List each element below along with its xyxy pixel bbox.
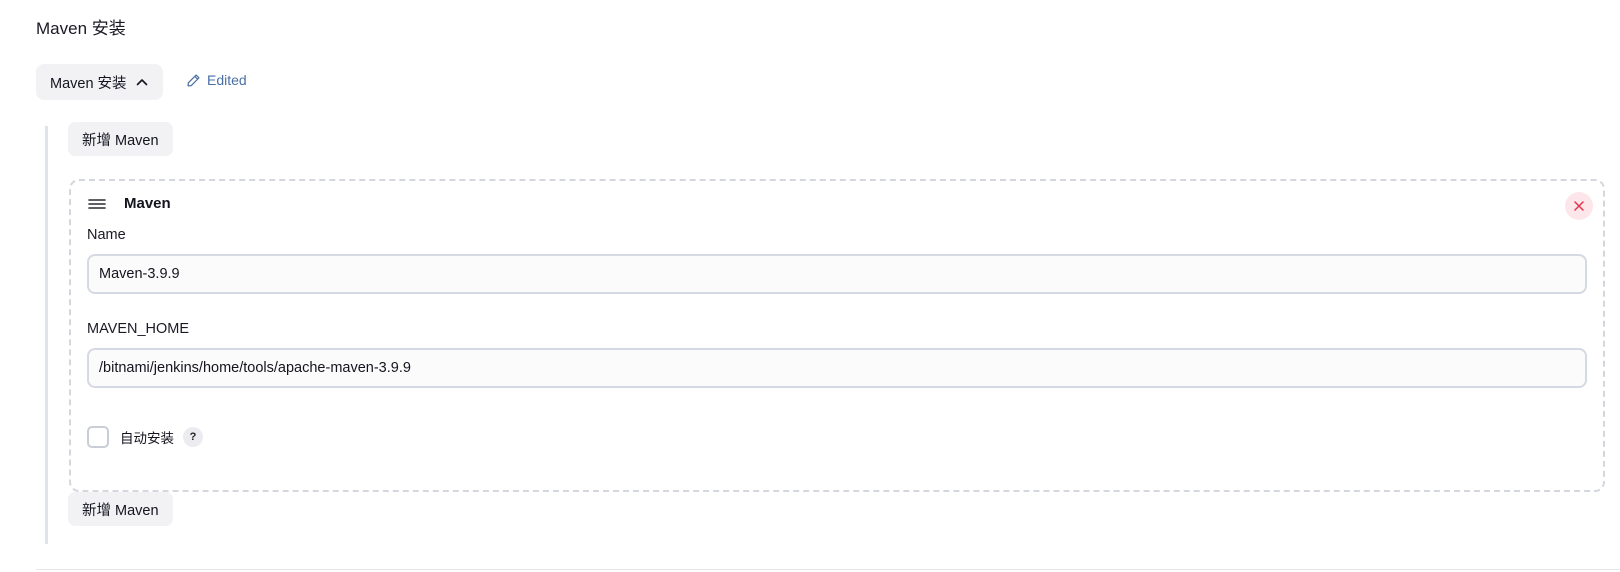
card-title: Maven bbox=[124, 195, 171, 212]
add-maven-button-bottom[interactable]: 新增 Maven bbox=[68, 492, 173, 526]
auto-install-row: 自动安装 ? bbox=[87, 426, 203, 448]
maven-installations-toggle-button[interactable]: Maven 安装 bbox=[36, 64, 163, 100]
drag-handle-icon[interactable] bbox=[88, 197, 106, 211]
maven-home-label: MAVEN_HOME bbox=[87, 321, 190, 337]
close-icon bbox=[1574, 201, 1584, 211]
maven-home-input[interactable] bbox=[87, 348, 1587, 388]
maven-installation-card: Maven Name MAVEN_HOME 自动安装 ? bbox=[69, 179, 1605, 492]
pencil-icon bbox=[187, 73, 200, 87]
add-maven-button-top[interactable]: 新增 Maven bbox=[68, 122, 173, 156]
name-input[interactable] bbox=[87, 254, 1587, 294]
toggle-label: Maven 安装 bbox=[50, 75, 127, 92]
section-title: Maven 安装 bbox=[36, 19, 126, 38]
help-icon[interactable]: ? bbox=[183, 427, 203, 447]
section-left-rule bbox=[45, 126, 48, 544]
auto-install-checkbox[interactable] bbox=[87, 426, 109, 448]
edited-indicator: Edited bbox=[186, 72, 247, 88]
chevron-up-icon bbox=[136, 79, 147, 86]
name-label: Name bbox=[87, 227, 126, 243]
section-divider bbox=[36, 569, 1620, 570]
edited-label: Edited bbox=[207, 72, 247, 88]
auto-install-label: 自动安装 bbox=[120, 431, 174, 446]
card-header: Maven bbox=[88, 195, 171, 212]
delete-installation-button[interactable] bbox=[1565, 192, 1593, 220]
